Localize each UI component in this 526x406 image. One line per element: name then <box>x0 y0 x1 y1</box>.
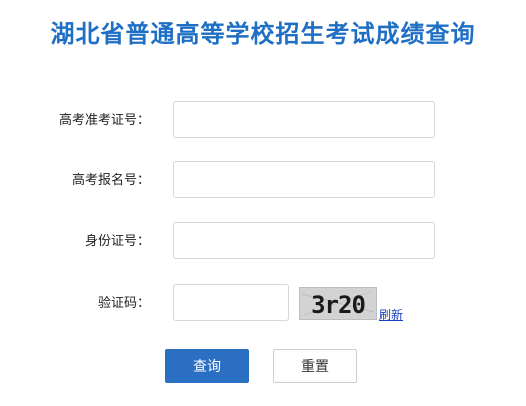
captcha-graphic: 3r20 <box>300 288 376 319</box>
exam-number-label: 高考准考证号： <box>58 113 150 128</box>
query-button[interactable]: 查询 <box>165 349 249 383</box>
id-number-label: 身份证号： <box>84 234 150 249</box>
captcha-text: 3r20 <box>311 291 365 319</box>
registration-number-row: 高考报名号： <box>0 161 526 201</box>
captcha-row: 验证码： 3r20 刷新 <box>0 284 526 324</box>
registration-number-input[interactable] <box>173 161 435 198</box>
id-number-row: 身份证号： <box>0 222 526 262</box>
captcha-image[interactable]: 3r20 <box>299 287 377 320</box>
captcha-input[interactable] <box>173 284 289 321</box>
registration-number-label: 高考报名号： <box>71 173 150 188</box>
id-number-input[interactable] <box>173 222 435 259</box>
refresh-captcha-link[interactable]: 刷新 <box>379 306 403 323</box>
page-title: 湖北省普通高等学校招生考试成绩查询 <box>50 20 476 48</box>
exam-number-input[interactable] <box>173 101 435 138</box>
query-page: 湖北省普通高等学校招生考试成绩查询 高考准考证号： 高考报名号： 身份证号： 验… <box>0 0 526 406</box>
exam-number-row: 高考准考证号： <box>0 101 526 141</box>
reset-button[interactable]: 重置 <box>273 349 357 383</box>
captcha-label: 验证码： <box>97 296 150 311</box>
